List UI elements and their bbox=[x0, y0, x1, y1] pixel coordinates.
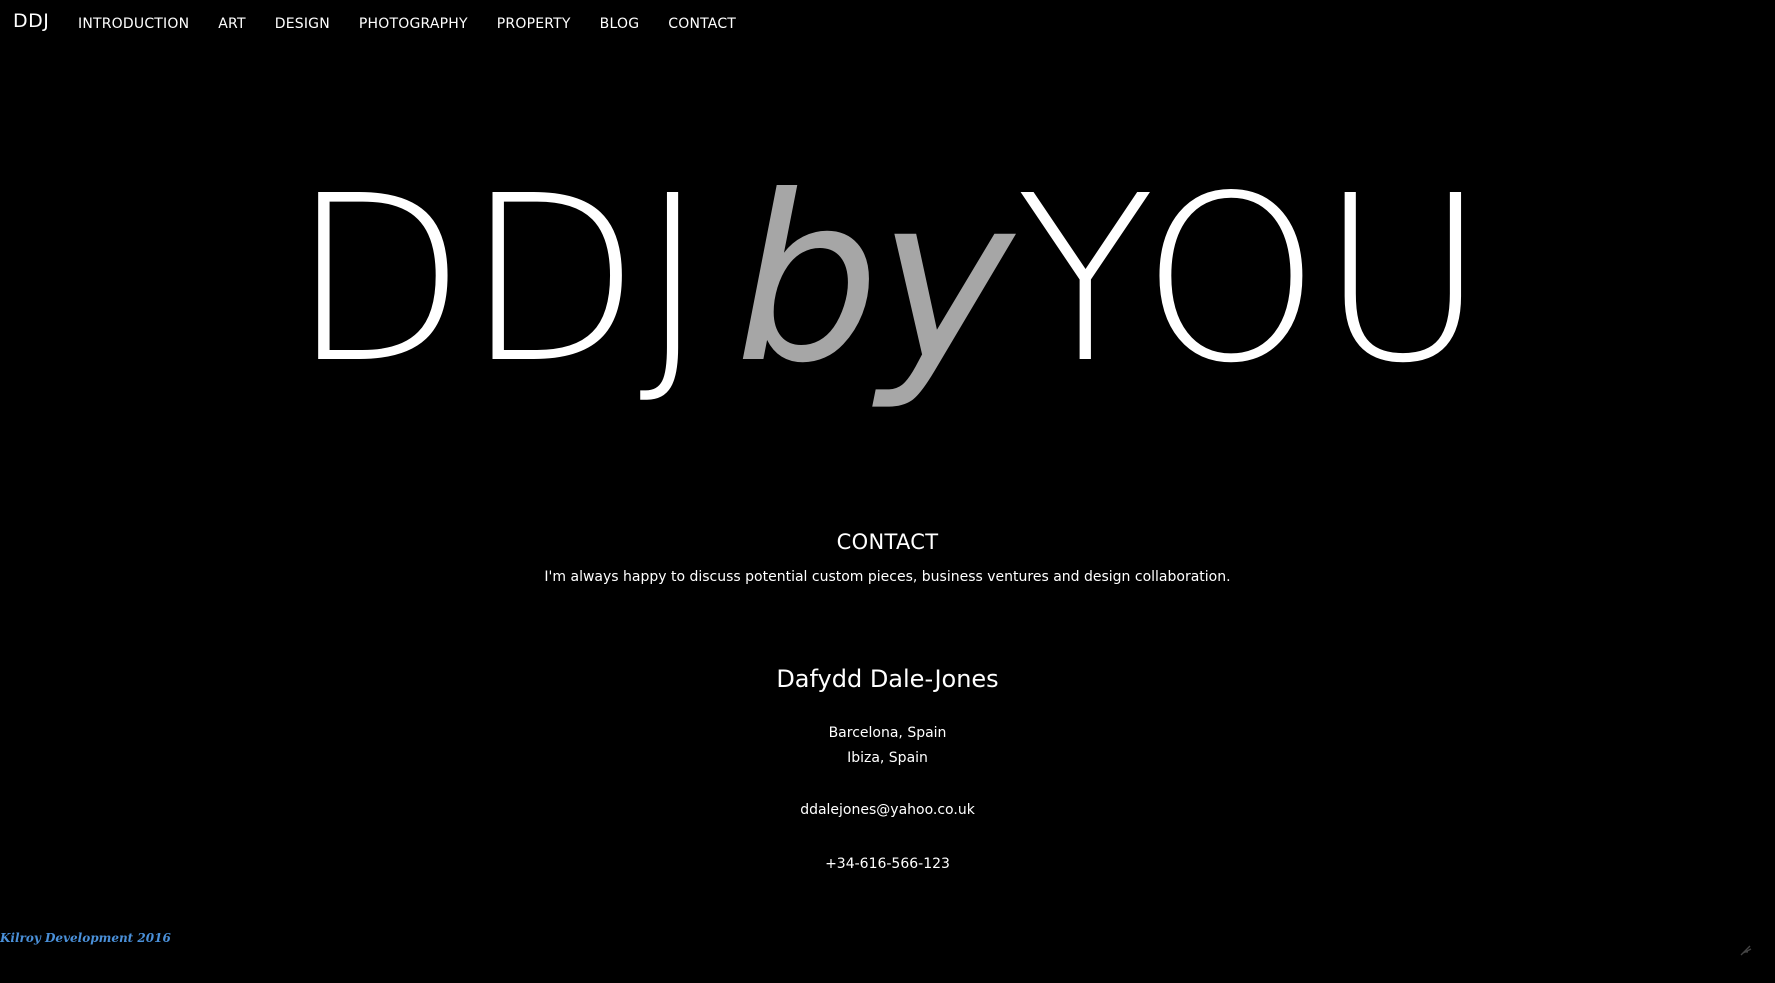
footer-credit-link[interactable]: Kilroy Development 2016 bbox=[0, 931, 171, 945]
hero-title-ddj: DDJ bbox=[290, 147, 706, 414]
location-barcelona: Barcelona, Spain bbox=[828, 725, 947, 741]
brand-logo-link[interactable]: DDJ bbox=[13, 10, 49, 32]
email-link[interactable]: ddalejones@yahoo.co.uk bbox=[0, 802, 1775, 818]
location-ibiza: Ibiza, Spain bbox=[847, 750, 928, 766]
feather-icon[interactable] bbox=[1739, 942, 1753, 956]
top-navbar: DDJ INTRODUCTION ART DESIGN PHOTOGRAPHY … bbox=[0, 0, 1775, 44]
hero-banner: DDJ byYOU bbox=[0, 166, 1775, 436]
hero-title-by: by bbox=[734, 147, 1014, 414]
nav-link-art[interactable]: ART bbox=[218, 16, 245, 32]
page: DDJ INTRODUCTION ART DESIGN PHOTOGRAPHY … bbox=[0, 0, 1775, 983]
contact-heading: CONTACT bbox=[836, 530, 939, 554]
nav-menu: INTRODUCTION ART DESIGN PHOTOGRAPHY PROP… bbox=[78, 13, 765, 32]
nav-link-photography[interactable]: PHOTOGRAPHY bbox=[359, 16, 468, 32]
nav-link-contact[interactable]: CONTACT bbox=[668, 16, 736, 32]
nav-link-introduction[interactable]: INTRODUCTION bbox=[78, 16, 189, 32]
nav-link-property[interactable]: PROPERTY bbox=[497, 16, 571, 32]
hero-title: DDJ byYOU bbox=[290, 166, 1486, 395]
hero-title-you: YOU bbox=[1015, 147, 1486, 414]
contact-name: Dafydd Dale-Jones bbox=[776, 665, 999, 693]
nav-link-blog[interactable]: BLOG bbox=[600, 16, 640, 32]
phone-number: +34-616-566-123 bbox=[825, 856, 950, 872]
contact-blurb: I'm always happy to discuss potential cu… bbox=[544, 569, 1231, 585]
nav-link-design[interactable]: DESIGN bbox=[275, 16, 330, 32]
